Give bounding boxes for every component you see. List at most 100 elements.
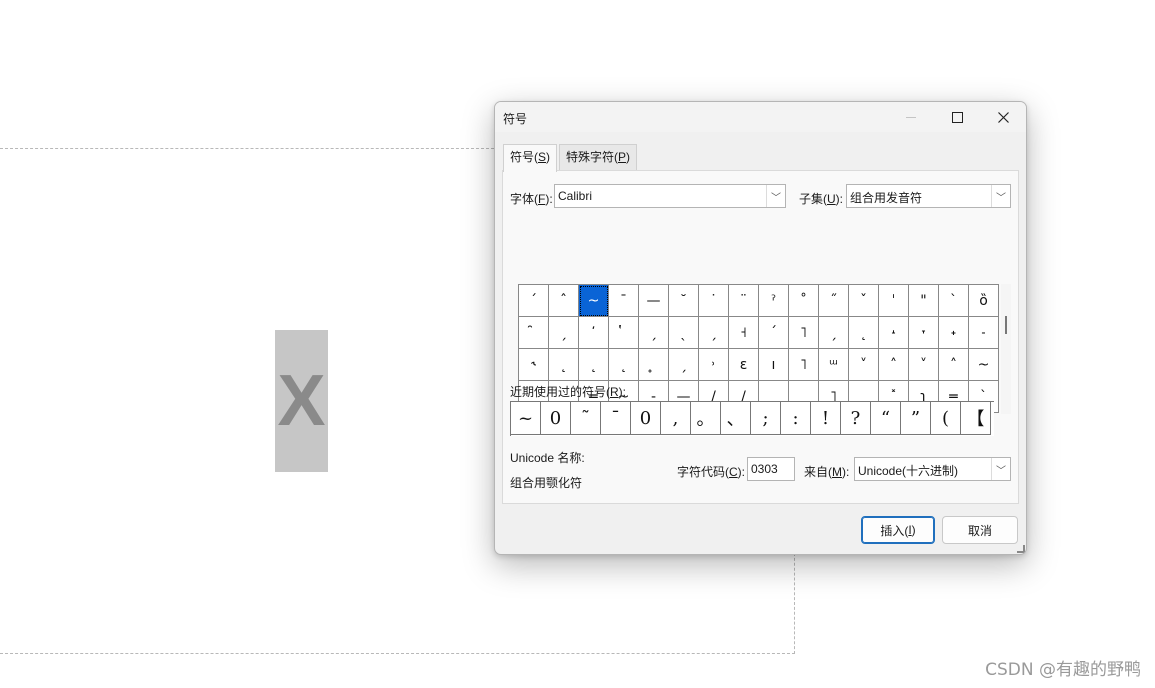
symbol-cell[interactable]: ˚ [789,285,819,317]
insert-button[interactable]: 插入(I) [861,516,935,544]
symbol-cell[interactable]: ˥ [789,317,819,349]
symbol-cell[interactable]: ~ [579,285,609,317]
chevron-down-icon: ﹀ [991,185,1010,207]
symbol-cell[interactable]: ˛ [849,317,879,349]
symbol-cell[interactable]: ı [759,349,789,381]
symbol-cell[interactable]: ¨ [729,285,759,317]
symbol-cell[interactable]: ˀ [759,285,789,317]
from-value: Unicode(十六进制) [858,464,959,478]
symbol-cell[interactable]: ˅ [909,349,939,381]
close-button[interactable] [980,102,1026,132]
symbol-cell[interactable]: ᵚ [819,349,849,381]
symbol-cell[interactable]: ˎ [669,317,699,349]
chevron-down-icon: ﹀ [766,185,785,207]
char-code-label: 字符代码(C): [677,465,746,479]
recent-symbol-cell[interactable]: 。 [691,402,721,435]
dialog-title: 符号 [503,112,528,126]
recent-symbol-cell[interactable]: ! [811,402,841,435]
unicode-name-value: 组合用颚化符 [510,476,583,490]
symbol-grid-scrollbar[interactable] [1001,284,1011,414]
symbol-dialog: 符号 符号(S) 特殊字符(P) 字体(F): Calibri ﹀ 子集(U):… [494,101,1027,555]
symbol-cell[interactable]: ˏ [669,349,699,381]
recent-symbol-cell[interactable]: 0 [541,402,571,435]
minimize-button [888,102,934,132]
symbol-cell[interactable]: ˔ [879,317,909,349]
minimize-icon [906,116,916,118]
symbol-cell[interactable]: ˘ [669,285,699,317]
watermark: CSDN @有趣的野鸭 [985,660,1141,680]
symbol-cell[interactable]: ̔ [609,317,639,349]
symbol-cell[interactable]: ˖ [939,317,969,349]
recent-symbol-cell[interactable]: ( [931,402,961,435]
symbol-cell[interactable]: ˛ [609,349,639,381]
symbol-cell[interactable]: ˏ [819,317,849,349]
symbol-cell[interactable]: ˄ [939,349,969,381]
symbol-cell[interactable]: ˗ [969,317,999,349]
symbol-cell[interactable]: ˋ [939,285,969,317]
symbol-cell[interactable]: ~ [969,349,999,381]
document-margin-top [0,148,494,149]
symbol-cell[interactable]: ˧ [729,317,759,349]
symbol-cell[interactable]: ˏ [639,317,669,349]
symbol-cell[interactable]: ¯ [609,285,639,317]
symbol-cell[interactable]: ȍ [969,285,999,317]
symbol-cell[interactable]: ˒ [699,349,729,381]
char-code-input[interactable]: 0303 [747,457,795,481]
recent-symbol-cell[interactable]: ” [901,402,931,435]
from-label: 来自(M): [804,465,850,479]
unicode-name-label: Unicode 名称: [510,451,585,465]
recent-symbol-cell[interactable]: 【 [961,402,991,435]
subset-label: 子集(U): [799,192,844,206]
symbol-cell[interactable]: ˅ [849,349,879,381]
from-dropdown[interactable]: Unicode(十六进制) ﹀ [854,457,1011,481]
symbol-cell[interactable]: ˕ [909,317,939,349]
symbol-cell[interactable]: ˥ [789,349,819,381]
symbol-cell[interactable]: ˛ [549,349,579,381]
recent-symbols: ~0 ˜ ¯ 0,。、;:!? “”(【 [510,401,994,436]
symbol-cell[interactable]: ˏ [549,317,579,349]
tab-special-characters[interactable]: 特殊字符(P) [559,144,638,170]
cancel-button[interactable]: 取消 [942,516,1018,544]
symbol-cell[interactable]: ˝ [819,285,849,317]
symbol-cell[interactable]: ˊ [759,317,789,349]
symbol-cell[interactable]: ̕ [579,317,609,349]
symbol-cell[interactable]: ˇ [849,285,879,317]
symbol-cell[interactable]: ˞ [519,349,549,381]
symbol-cell[interactable]: ˙ [699,285,729,317]
symbol-cell[interactable]: ̑ [519,317,549,349]
maximize-button[interactable] [934,102,980,132]
subset-value: 组合用发音符 [850,191,923,205]
symbol-cell[interactable]: — [639,285,669,317]
recent-symbol-cell[interactable]: ˜ [571,402,601,435]
recent-symbol-cell[interactable]: , [661,402,691,435]
font-dropdown[interactable]: Calibri ﹀ [554,184,786,208]
symbol-cell[interactable]: " [909,285,939,317]
recent-symbol-cell[interactable]: ¯ [601,402,631,435]
symbol-cell[interactable]: ̥ [639,349,669,381]
symbol-cell[interactable]: ˆ [549,285,579,317]
recent-symbol-cell[interactable]: ? [841,402,871,435]
resize-grip[interactable] [1017,545,1025,553]
symbol-cell[interactable]: ˏ [699,317,729,349]
symbol-cell[interactable]: ˄ [879,349,909,381]
recent-label: 近期使用过的符号(R): [510,385,627,399]
symbol-cell[interactable]: ˈ [879,285,909,317]
recent-symbol-cell[interactable]: ~ [511,402,541,435]
scrollbar-thumb[interactable] [1005,316,1007,334]
recent-symbol-cell[interactable]: ; [751,402,781,435]
subset-dropdown[interactable]: 组合用发音符 ﹀ [846,184,1011,208]
close-icon [997,111,1009,123]
symbol-cell[interactable]: ɛ [729,349,759,381]
font-label: 字体(F): [510,192,553,206]
recent-symbol-cell[interactable]: 0 [631,402,661,435]
tab-symbols[interactable]: 符号(S) [503,144,558,172]
document-margin-bottom [0,653,795,654]
recent-symbol-cell[interactable]: 、 [721,402,751,435]
maximize-icon [951,111,963,123]
recent-symbol-cell[interactable]: : [781,402,811,435]
selected-text[interactable]: X [275,330,328,472]
recent-symbol-cell[interactable]: “ [871,402,901,435]
symbol-cell[interactable]: ˛ [579,349,609,381]
title-bar[interactable]: 符号 [495,102,1026,132]
symbol-cell[interactable]: ˊ [519,285,549,317]
